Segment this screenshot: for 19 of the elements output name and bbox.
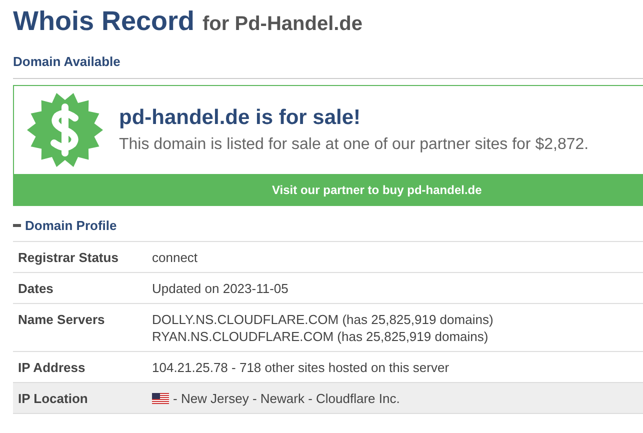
profile-toggle[interactable]: Domain Profile	[13, 218, 117, 233]
row-value: - New Jersey - Newark - Cloudflare Inc.	[173, 390, 400, 407]
row-value: Updated on 2023-11-05	[152, 280, 290, 297]
row-value: RYAN.NS.CLOUDFLARE.COM (has 25,825,919 domains)	[152, 328, 490, 345]
row-label: Registrar Status	[17, 249, 120, 266]
row-label: Name Servers	[17, 311, 106, 329]
dollar-badge-icon	[25, 90, 105, 170]
row-value: 104.21.25.78 - 718 other sites hosted on this server	[152, 359, 450, 376]
row-label: Dates	[17, 280, 54, 297]
us-flag-icon	[152, 393, 169, 404]
sale-description: This domain is listed for sale at one of our partner sites for $2,872.	[119, 136, 589, 154]
page-title: Whois Record	[13, 6, 195, 37]
row-label: IP Location	[17, 390, 89, 407]
section-heading: Domain Available	[13, 54, 122, 69]
domain-subtitle: for Pd-Handel.de	[202, 13, 363, 36]
sale-headline: pd-handel.de is for sale!	[119, 106, 362, 130]
row-value: DOLLY.NS.CLOUDFLARE.COM (has 25,825,919 domains)	[152, 311, 494, 328]
row-value: connect	[152, 249, 199, 266]
row-label: IP Address	[17, 359, 86, 376]
